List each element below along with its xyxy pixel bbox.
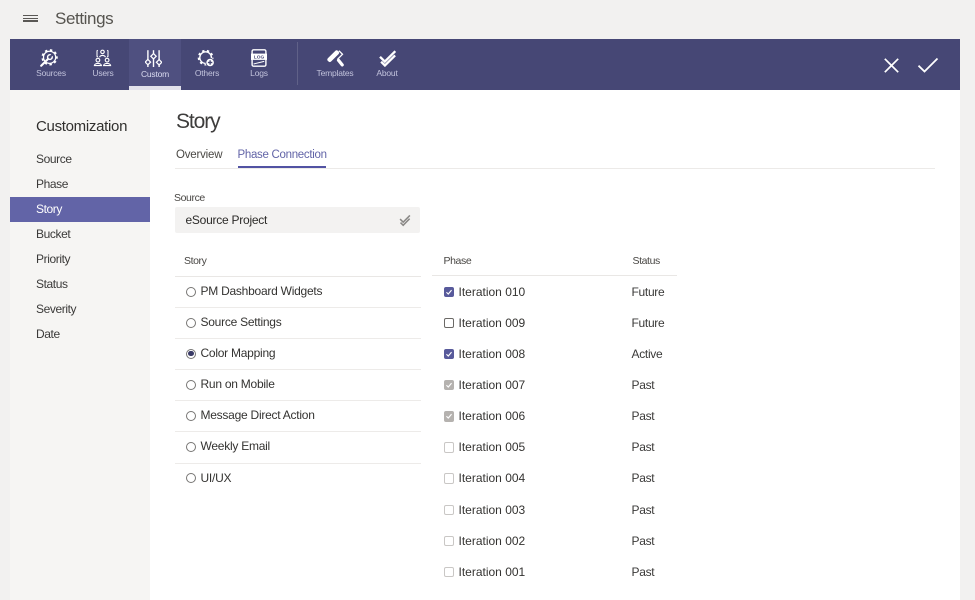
svg-text:LOG: LOG <box>254 54 265 60</box>
